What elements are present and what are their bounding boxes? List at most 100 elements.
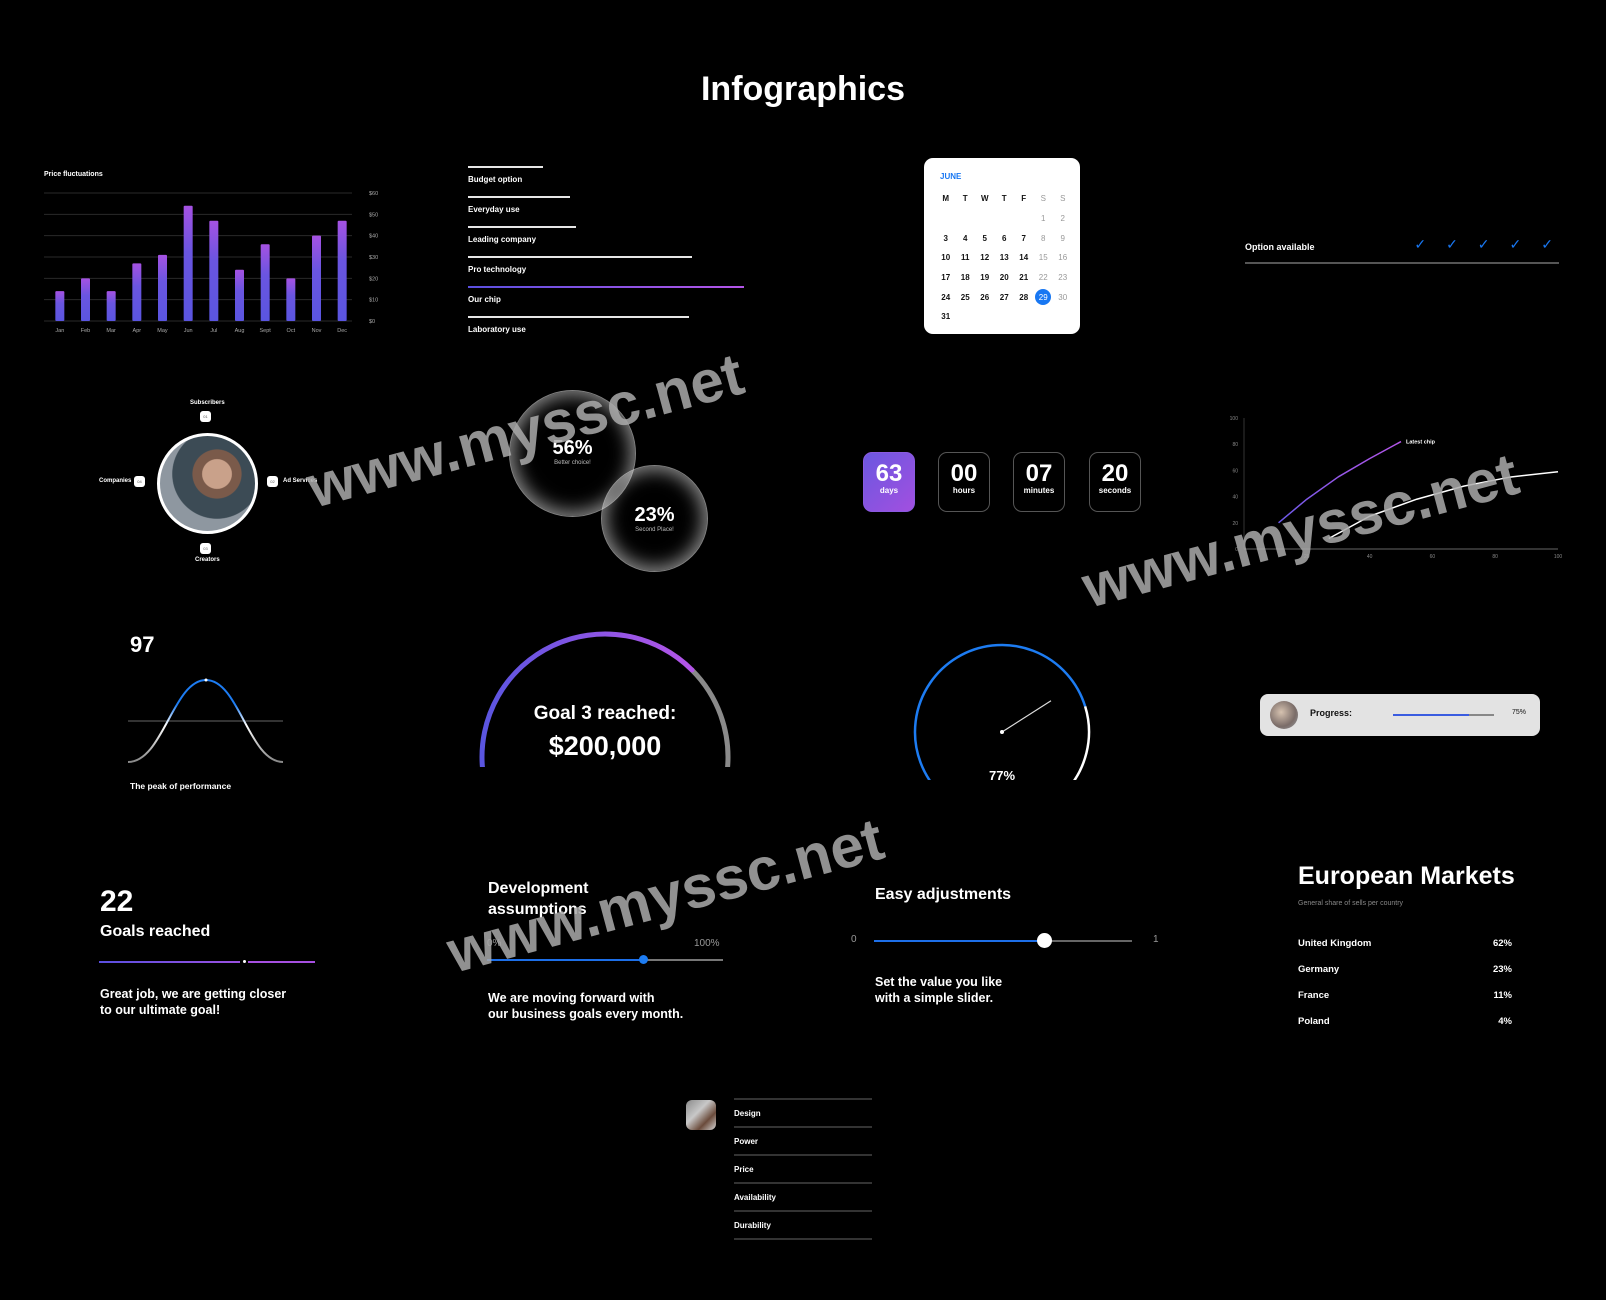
specs-list: Design Power Price Availability Durability	[734, 1098, 872, 1240]
development-text-line2: our business goals every month.	[488, 1007, 684, 1021]
y-tick-label: $60	[369, 191, 378, 197]
check-icon: ✓	[1477, 236, 1490, 252]
bar-jun	[183, 205, 193, 321]
check-icon: ✓	[1414, 236, 1427, 252]
goals-progress-marker	[242, 960, 246, 963]
calendar-day[interactable]: 6	[995, 228, 1015, 248]
calendar-day[interactable]: 27	[995, 287, 1015, 307]
calendar-day[interactable]: 8	[1034, 228, 1054, 248]
european-title: European Markets	[1298, 862, 1515, 890]
x-tick-label: Jun	[184, 328, 193, 334]
empty-cell	[936, 209, 956, 229]
feature-row: Leading company	[468, 226, 768, 256]
weekday-header: S	[1040, 194, 1046, 204]
x-tick-label: Sept	[260, 328, 272, 334]
european-share: 23%	[1492, 964, 1512, 975]
european-row: France 11%	[1298, 990, 1512, 1001]
orbit-node-04[interactable]: 04	[134, 476, 145, 487]
calendar-day[interactable]: 22	[1034, 268, 1054, 288]
countdown-hours: 00 hours	[938, 452, 990, 512]
y-tick-label: $20	[369, 276, 378, 282]
calendar-day[interactable]: 23	[1053, 268, 1073, 288]
calendar-day[interactable]: 16	[1053, 248, 1073, 268]
calendar-day[interactable]: 29	[1034, 287, 1054, 307]
development-slider[interactable]	[487, 955, 723, 964]
calendar-day[interactable]: 7	[1014, 228, 1034, 248]
orbit-label-creators: Creators	[195, 557, 220, 563]
european-row: United Kingdom 62%	[1298, 938, 1512, 949]
development-title-line1: Development	[488, 880, 589, 897]
calendar-day[interactable]: 31	[936, 307, 956, 327]
bar-feb	[81, 278, 90, 321]
page-title: Infographics	[700, 70, 906, 108]
weekday-header: F	[1021, 194, 1027, 204]
calendar-day[interactable]: 9	[1053, 228, 1073, 248]
goals-progress	[99, 960, 315, 964]
goals-text-line2: to our ultimate goal!	[100, 1003, 221, 1017]
orbit-label-ad-services: Ad Services	[283, 478, 318, 484]
bar-sept	[260, 244, 270, 321]
feature-bar	[468, 286, 744, 288]
x-tick-label: Aug	[235, 328, 245, 334]
x-tick-label: Nov	[312, 328, 322, 334]
empty-cell	[995, 209, 1015, 229]
calendar-day[interactable]: 19	[975, 268, 995, 288]
bubble-first-value: 56%	[552, 437, 593, 459]
option-available-row: Option available ✓ ✓ ✓ ✓ ✓	[1245, 236, 1559, 264]
spec-row: Price	[734, 1154, 872, 1182]
calendar-day[interactable]: 18	[956, 268, 976, 288]
countdown-seconds-value: 20	[1101, 460, 1129, 487]
calendar-day[interactable]: 1	[1034, 209, 1054, 229]
calendar-day[interactable]: 2	[1053, 209, 1073, 229]
y-tick-label: $40	[369, 234, 378, 240]
calendar-day[interactable]: 15	[1034, 248, 1054, 268]
y-tick-label: $0	[369, 319, 375, 325]
calendar-day[interactable]: 3	[936, 228, 956, 248]
calendar-day[interactable]: 26	[975, 287, 995, 307]
calendar-day[interactable]: 17	[936, 268, 956, 288]
adjust-title: Easy adjustments	[875, 886, 1012, 903]
y-tick-label: $10	[369, 298, 378, 304]
countdown-minutes: 07 minutes	[1013, 452, 1065, 512]
orbit-node-01[interactable]: 01	[200, 411, 211, 422]
progress-label: Progress:	[1310, 708, 1353, 718]
goals-count: 22	[100, 885, 134, 918]
calendar-day[interactable]: 21	[1014, 268, 1034, 288]
calendar-day[interactable]: 14	[1014, 248, 1034, 268]
adjust-slider-fill	[874, 940, 1045, 942]
calendar-day[interactable]: 10	[936, 248, 956, 268]
calendar-day[interactable]: 25	[956, 287, 976, 307]
x-tick-label: May	[157, 328, 168, 334]
countdown-seconds-unit: seconds	[1098, 486, 1132, 495]
calendar-day[interactable]: 4	[956, 228, 976, 248]
calendar-day[interactable]: 12	[975, 248, 995, 268]
development-slider-thumb[interactable]	[638, 955, 648, 964]
adjust-slider-thumb[interactable]	[1037, 933, 1053, 948]
feature-bar	[468, 196, 571, 198]
calendar-day[interactable]: 28	[1014, 287, 1034, 307]
x-tick-label: 60	[1430, 554, 1436, 560]
check-icon: ✓	[1446, 236, 1458, 252]
calendar-grid: M T W T F S S 1 2 3 4 5 6 7 8 9 10 11 12 13 14 15 16 17 18 19 20 21…	[936, 189, 1073, 327]
x-tick-label: 100	[1554, 554, 1562, 560]
feature-bar	[468, 166, 543, 168]
adjust-slider[interactable]	[874, 933, 1132, 948]
orbit-node-02[interactable]: 02	[267, 476, 278, 487]
bar-jan	[55, 291, 65, 321]
calendar-day[interactable]: 20	[995, 268, 1015, 288]
orbit-center-photo	[157, 433, 258, 534]
series-label: Latest chip	[1406, 440, 1436, 446]
calendar-day[interactable]: 11	[956, 248, 976, 268]
calendar-day[interactable]: 24	[936, 287, 956, 307]
calendar-day[interactable]: 5	[975, 228, 995, 248]
goals-progress-done	[99, 961, 240, 963]
orbit-node-03[interactable]: 03	[200, 543, 211, 554]
bar-may	[158, 254, 167, 321]
peak-value: 97	[130, 632, 155, 657]
x-tick-label: Apr	[133, 328, 142, 334]
feature-row: Our chip	[468, 286, 768, 316]
calendar-day[interactable]: 30	[1053, 287, 1073, 307]
calendar-day[interactable]: 13	[995, 248, 1015, 268]
feature-label: Budget option	[468, 175, 523, 184]
feature-row: Pro technology	[468, 256, 768, 286]
